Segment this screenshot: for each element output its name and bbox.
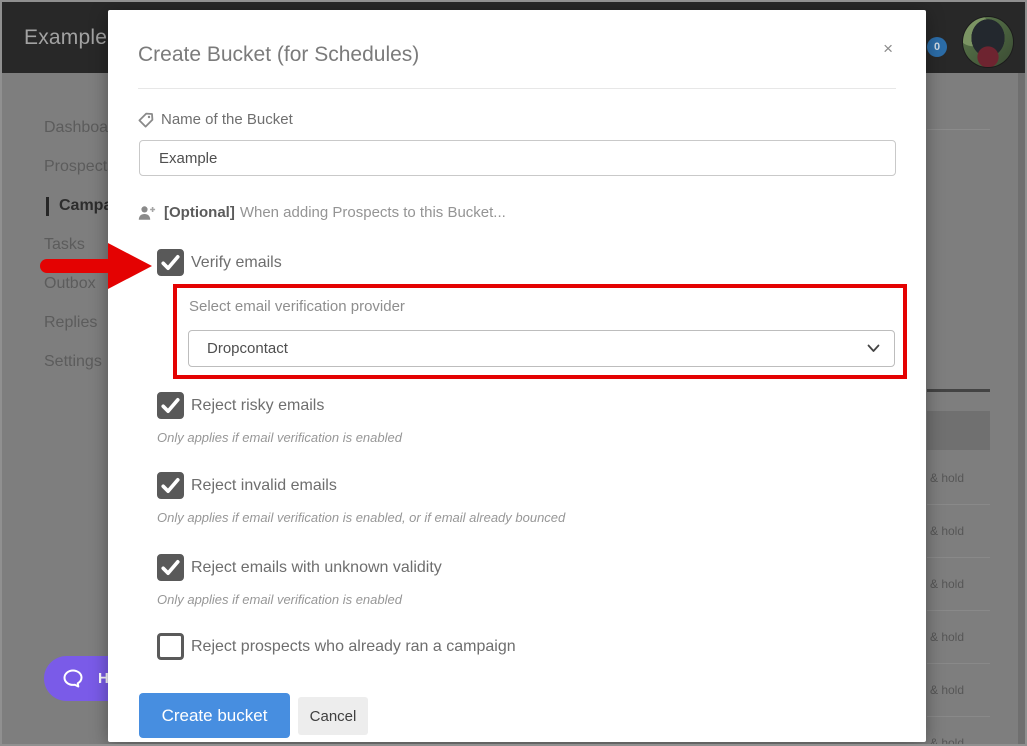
reject-invalid-checkbox[interactable] [157,472,184,499]
create-bucket-modal: Create Bucket (for Schedules) × Name of … [108,10,926,742]
provider-selected-value: Dropcontact [207,340,867,357]
sidebar-item-tasks[interactable]: Tasks [44,236,85,254]
checkbox-label: Reject emails with unknown validity [191,559,442,577]
checkbox-note: Only applies if email verification is en… [157,430,402,445]
table-header-line [927,389,990,392]
sidebar: Dashboard Prospects Campaigns Tasks Outb… [2,73,108,744]
table-header-cell [927,411,990,450]
optional-prefix: [Optional] [164,204,235,221]
create-bucket-button[interactable]: Create bucket [139,693,290,738]
chat-bubble-icon [61,667,85,691]
checkmark-icon [160,557,181,578]
close-icon[interactable]: × [883,40,893,57]
scrollbar[interactable] [1018,73,1025,744]
checkbox-label: Verify emails [191,254,282,272]
checkmark-icon [160,475,181,496]
reject-risky-checkbox[interactable] [157,392,184,419]
checkmark-icon [160,395,181,416]
sidebar-item-prospects[interactable]: Prospects [44,158,115,176]
active-item-bar [46,197,49,216]
app-window: Example 0 Dashboard Prospects Campaigns … [0,0,1027,746]
reject-risky-row: Reject risky emails [157,392,324,419]
cancel-button[interactable]: Cancel [298,697,368,735]
bucket-name-label-row: Name of the Bucket [138,111,293,128]
chevron-down-icon [867,344,880,353]
background-divider [927,129,990,130]
sidebar-item-settings[interactable]: Settings [44,353,102,371]
provider-label: Select email verification provider [189,298,405,315]
checkbox-label: Reject prospects who already ran a campa… [191,638,516,656]
table-row: & hold [927,505,990,558]
sidebar-item-replies[interactable]: Replies [44,314,97,332]
optional-text: When adding Prospects to this Bucket... [240,204,506,221]
sidebar-item-outbox[interactable]: Outbox [44,275,96,293]
avatar[interactable] [963,17,1013,67]
checkbox-note: Only applies if email verification is en… [157,592,402,607]
tag-icon [138,112,154,128]
table-rows: & hold & hold & hold & hold & hold & hol… [927,452,990,746]
table-row: & hold [927,664,990,717]
optional-heading-row: [Optional] When adding Prospects to this… [138,204,506,221]
table-row: & hold [927,611,990,664]
reject-invalid-row: Reject invalid emails [157,472,337,499]
reject-unknown-checkbox[interactable] [157,554,184,581]
table-row: & hold [927,452,990,505]
checkbox-label: Reject invalid emails [191,477,337,495]
checkbox-label: Reject risky emails [191,397,324,415]
checkmark-icon [160,252,181,273]
bucket-name-input[interactable] [139,140,896,176]
modal-divider [138,88,896,89]
user-plus-icon [138,205,156,221]
provider-annotation-box: Select email verification provider Dropc… [173,284,907,379]
modal-title: Create Bucket (for Schedules) [138,43,419,67]
verify-emails-checkbox[interactable] [157,249,184,276]
notification-badge[interactable]: 0 [927,37,947,57]
bucket-name-label: Name of the Bucket [161,111,293,128]
reject-ran-campaign-checkbox[interactable] [157,633,184,660]
table-row: & hold [927,558,990,611]
reject-ran-campaign-row: Reject prospects who already ran a campa… [157,633,516,660]
reject-unknown-row: Reject emails with unknown validity [157,554,442,581]
verify-emails-row: Verify emails [157,249,282,276]
provider-select[interactable]: Dropcontact [188,330,895,367]
app-title: Example [24,26,107,50]
table-row: & hold [927,717,990,746]
checkbox-note: Only applies if email verification is en… [157,510,565,525]
background-table-fragment: & hold & hold & hold & hold & hold & hol… [927,73,1022,744]
